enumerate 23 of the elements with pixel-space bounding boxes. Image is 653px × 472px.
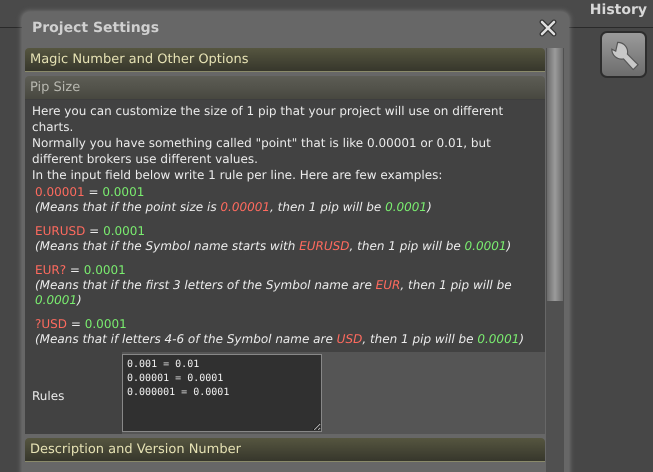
example-explanation: (Means that if the Symbol name starts with EURUSD, then 1 pip will be 0.0001) [35,239,512,254]
scrollbar[interactable] [546,48,564,472]
example-explanation: (Means that if the first 3 letters of the Symbol name are EUR, then 1 pip will be 0.0001) [35,278,513,308]
rules-label: Rules [25,352,122,434]
section-header[interactable]: Magic Number and Other Options [25,48,545,72]
description-text: Normally you have something called "point" that is like 0.00001 or 0.01, but different brokers use different values. [32,135,492,167]
dialog-title: Project Settings [32,20,160,36]
wrench-button[interactable] [600,31,647,78]
close-icon [539,18,557,36]
example-rule: EUR? = 0.0001 [35,263,127,278]
close-button[interactable] [539,18,557,36]
section-header[interactable]: Pip Size [25,76,545,100]
example-explanation: (Means that if letters 4-6 of the Symbol name are USD, then 1 pip will be 0.0001) [35,332,526,347]
example-rule: 0.00001 = 0.0001 [35,185,146,200]
description-text: Here you can customize the size of 1 pip that your project will use on different charts. [32,103,504,135]
scrollbar-thumb[interactable] [547,48,563,301]
example-explanation: (Means that if the point size is 0.00001, then 1 pip will be 0.0001) [35,200,433,215]
section-header[interactable]: Description and Version Number [25,438,545,462]
description-text: In the input field below write 1 rule per line. Here are few examples: [32,167,444,183]
example-rule: EURUSD = 0.0001 [35,224,146,239]
history-title: History [590,2,647,18]
rules-field[interactable]: 0.001 = 0.01 0.00001 = 0.0001 0.000001 = 0.0001 [122,354,322,432]
example-rule: ?USD = 0.0001 [35,317,128,332]
